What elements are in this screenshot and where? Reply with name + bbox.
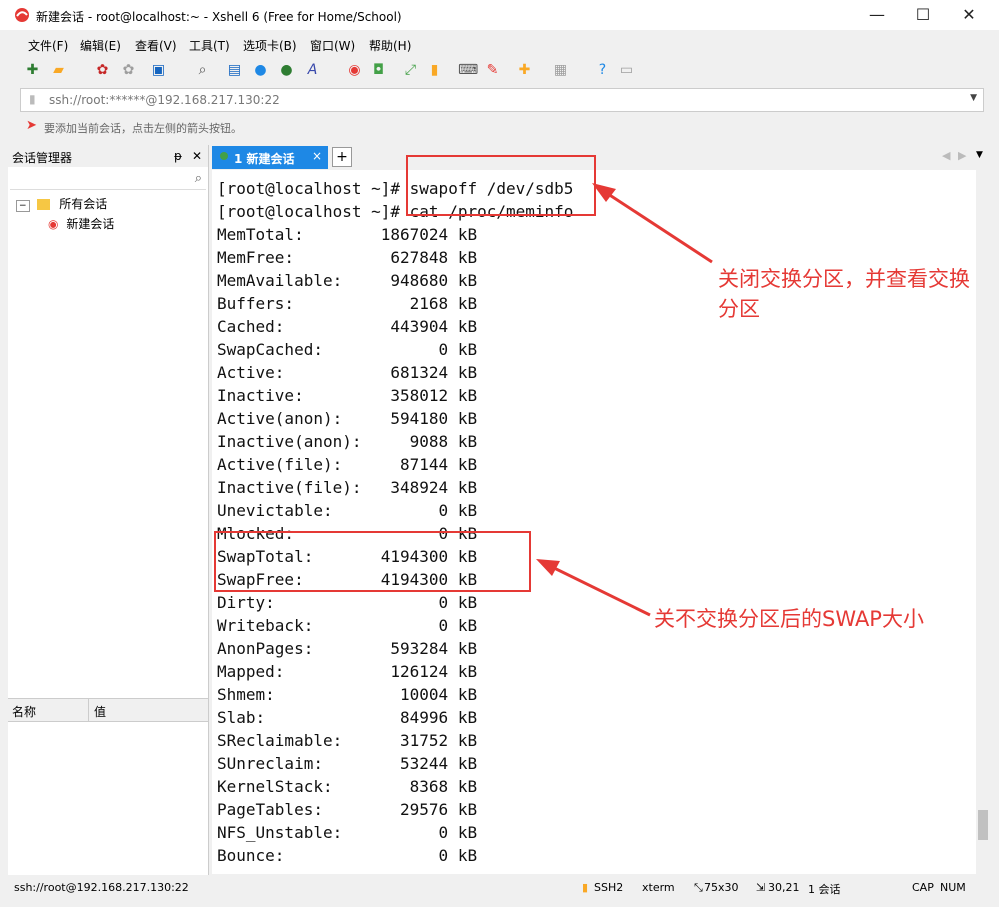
- annotation-arrowhead-2: [536, 559, 560, 576]
- annotation-arrow-2: [547, 563, 651, 617]
- xshell-window: 新建会话 - root@localhost:~ - Xshell 6 (Free…: [0, 0, 999, 907]
- annotation-arrowhead-1: [592, 183, 616, 202]
- annotation-note-1: 关闭交换分区，并查看交换分区: [718, 267, 970, 321]
- annotation-arrow-1: [601, 188, 713, 264]
- annotation-arrows: [536, 183, 713, 617]
- annotation-note-2: 关不交换分区后的SWAP大小: [654, 607, 924, 631]
